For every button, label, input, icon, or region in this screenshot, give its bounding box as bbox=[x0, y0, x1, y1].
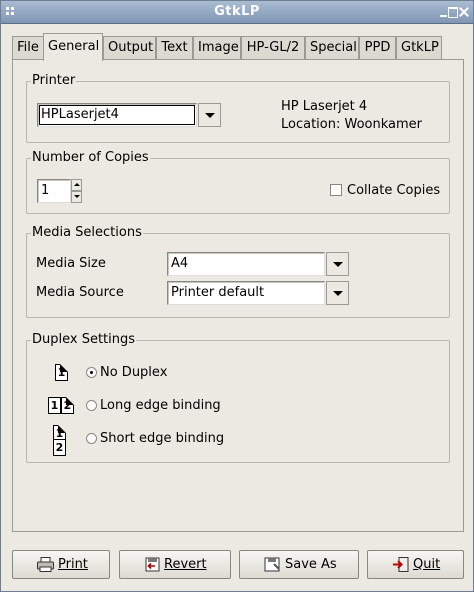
copies-decrement-icon[interactable] bbox=[71, 191, 82, 203]
tab-special[interactable]: Special bbox=[305, 36, 359, 60]
printer-frame-label: Printer bbox=[31, 73, 77, 89]
media-size-label: Media Size bbox=[36, 256, 106, 271]
tab-output[interactable]: Output bbox=[103, 36, 156, 60]
save-as-button-label: Save As bbox=[285, 557, 337, 572]
duplex-frame: Duplex Settings 1 No Duplex 1 2 Long edg… bbox=[26, 332, 450, 463]
tab-hpgl2[interactable]: HP-GL/2 bbox=[241, 36, 305, 60]
printer-select-input[interactable]: HPLaserjet4 bbox=[37, 103, 197, 127]
gtklp-window: GtkLP File General Output Text Image HP-… bbox=[0, 0, 474, 592]
media-source-input[interactable]: Printer default bbox=[167, 281, 325, 305]
short-edge-label[interactable]: Short edge binding bbox=[100, 431, 224, 447]
save-as-button[interactable]: Save As bbox=[239, 550, 359, 579]
media-size-dropdown-button[interactable] bbox=[326, 252, 349, 276]
exit-icon bbox=[393, 557, 409, 572]
copies-input[interactable]: 1 bbox=[37, 179, 71, 203]
copies-increment-icon[interactable] bbox=[71, 179, 82, 191]
window-title: GtkLP bbox=[214, 4, 260, 19]
media-source-dropdown-button[interactable] bbox=[326, 281, 349, 305]
media-source-label: Media Source bbox=[36, 285, 124, 300]
copies-frame-label: Number of Copies bbox=[31, 150, 150, 166]
tab-file[interactable]: File bbox=[12, 36, 44, 60]
printer-frame: Printer HPLaserjet4 HP Laserjet 4 Locati… bbox=[26, 73, 450, 143]
printer-icon bbox=[37, 557, 54, 572]
tab-ppd[interactable]: PPD bbox=[359, 36, 396, 60]
long-edge-label[interactable]: Long edge binding bbox=[100, 398, 221, 414]
no-duplex-radio[interactable] bbox=[86, 367, 97, 378]
save-icon bbox=[264, 557, 280, 572]
collate-label[interactable]: Collate Copies bbox=[347, 183, 440, 199]
maximize-icon[interactable] bbox=[448, 7, 459, 18]
copies-spinner[interactable]: 1 bbox=[37, 179, 84, 203]
media-frame: Media Selections Media Size A4 Media Sou… bbox=[26, 225, 450, 318]
general-tab-panel: Printer HPLaserjet4 HP Laserjet 4 Locati… bbox=[12, 59, 464, 532]
one-page-icon: 1 bbox=[55, 364, 68, 381]
printer-model: HP Laserjet 4 bbox=[281, 99, 368, 114]
printer-location: Location: Woonkamer bbox=[281, 117, 423, 132]
revert-button-label: Revert bbox=[164, 557, 207, 572]
no-duplex-label[interactable]: No Duplex bbox=[100, 365, 167, 381]
quit-button[interactable]: Quit bbox=[367, 550, 464, 579]
title-bar[interactable]: GtkLP bbox=[1, 1, 473, 24]
tab-gtklp[interactable]: GtkLP bbox=[396, 36, 442, 60]
quit-button-label: Quit bbox=[413, 557, 441, 572]
tab-image[interactable]: Image bbox=[193, 36, 241, 60]
revert-button[interactable]: Revert bbox=[119, 550, 231, 579]
collate-checkbox[interactable] bbox=[330, 184, 342, 196]
copies-frame: Number of Copies 1 Collate Copies bbox=[26, 150, 450, 214]
printer-dropdown-button[interactable] bbox=[198, 103, 221, 127]
print-button-label: Print bbox=[58, 557, 88, 572]
close-icon[interactable] bbox=[459, 7, 470, 18]
media-size-input[interactable]: A4 bbox=[167, 252, 325, 276]
tab-text[interactable]: Text bbox=[156, 36, 193, 60]
revert-icon bbox=[145, 557, 160, 572]
short-edge-radio[interactable] bbox=[86, 433, 97, 444]
tab-general[interactable]: General bbox=[43, 33, 103, 61]
long-edge-radio[interactable] bbox=[86, 400, 97, 411]
short-edge-icon: 1 2 bbox=[53, 425, 69, 457]
long-edge-icon: 1 2 bbox=[48, 397, 78, 415]
media-frame-label: Media Selections bbox=[31, 225, 143, 241]
duplex-frame-label: Duplex Settings bbox=[31, 332, 137, 348]
print-button[interactable]: Print bbox=[12, 550, 110, 579]
